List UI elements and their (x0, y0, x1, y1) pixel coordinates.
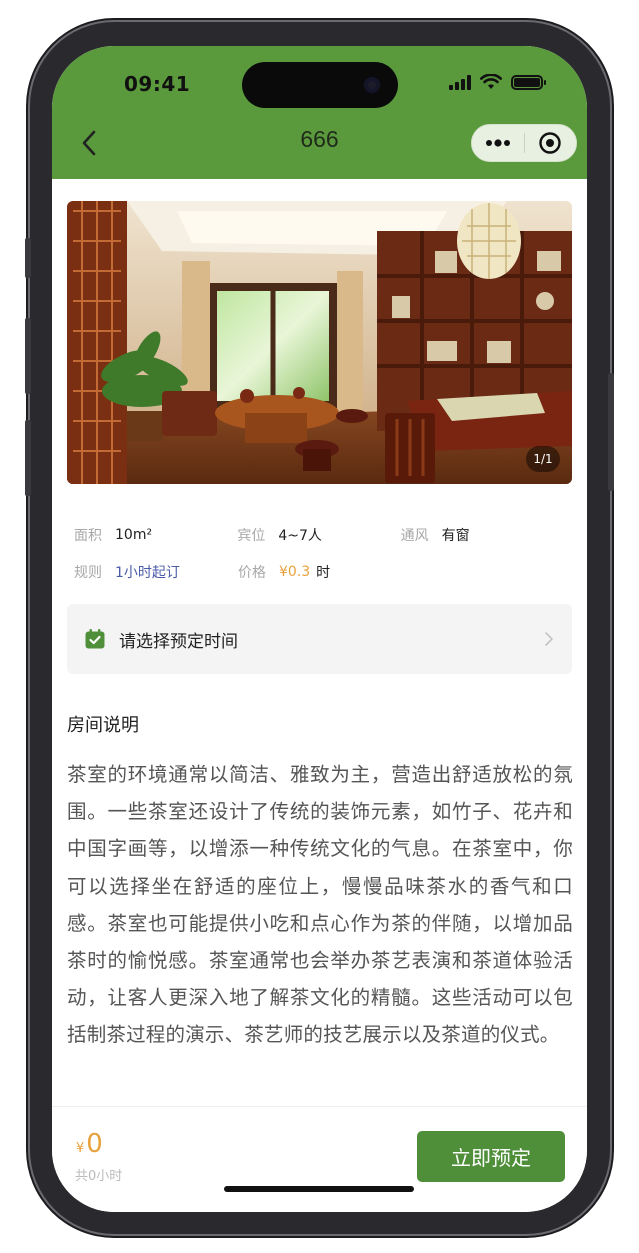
tea-room-illustration (67, 201, 572, 484)
total-amount: 0 (86, 1129, 103, 1159)
capacity-value: 4~7人 (278, 527, 322, 544)
select-time-label: 请选择预定时间 (119, 631, 238, 652)
volume-down-button (25, 420, 31, 496)
area-label: 面积 (74, 527, 102, 544)
description-title: 房间说明 (67, 715, 139, 736)
price-unit: 时 (316, 564, 331, 581)
room-photo[interactable]: 1/1 (67, 201, 572, 484)
signal-icon (449, 74, 471, 90)
area-cell: 面积 10m² (74, 525, 237, 545)
info-row: 规则 1小时起订 价格 ¥0.3 时 (74, 553, 564, 590)
total-hours: 共0小时 (75, 1169, 123, 1184)
battery-icon (511, 74, 546, 90)
dynamic-island (242, 62, 398, 108)
price-value: ¥0.3 (279, 563, 311, 580)
target-icon (539, 132, 561, 154)
more-button[interactable] (472, 125, 524, 161)
select-time-button[interactable]: 请选择预定时间 (67, 604, 572, 674)
volume-up-button (25, 318, 31, 394)
status-icons (449, 74, 546, 90)
chevron-right-icon (545, 632, 553, 646)
area-value: 10m² (115, 526, 153, 543)
rule-cell: 规则 1小时起订 (74, 562, 238, 582)
book-now-button[interactable]: 立即预定 (417, 1131, 565, 1182)
header: 09:41 666 (52, 46, 587, 179)
description-text: 茶室的环境通常以简洁、雅致为主，营造出舒适放松的氛围。一些茶室还设计了传统的装饰… (67, 763, 573, 1047)
info-row: 面积 10m² 宾位 4~7人 通风 有窗 (74, 516, 564, 553)
ventilation-cell: 通风 有窗 (401, 525, 564, 545)
mini-program-capsule (471, 124, 577, 162)
status-time: 09:41 (124, 72, 191, 96)
camera-icon (364, 77, 380, 93)
more-dots-icon (485, 139, 510, 147)
image-counter: 1/1 (526, 446, 560, 472)
rule-label: 规则 (74, 564, 102, 581)
ventilation-value: 有窗 (441, 527, 470, 544)
capacity-label: 宾位 (237, 527, 266, 544)
mute-switch (25, 238, 31, 278)
booking-bar: ¥ 0 共0小时 立即预定 (52, 1106, 587, 1212)
room-info: 面积 10m² 宾位 4~7人 通风 有窗 规则 1小时起订 价格 ¥0.3 时 (74, 516, 564, 590)
price-cell: 价格 ¥0.3 时 (238, 562, 402, 582)
calendar-check-icon (85, 629, 105, 649)
home-indicator[interactable] (224, 1186, 414, 1192)
wifi-icon (480, 74, 502, 89)
power-button (608, 373, 614, 491)
currency-symbol: ¥ (76, 1141, 85, 1156)
ventilation-label: 通风 (400, 527, 429, 544)
close-button[interactable] (525, 125, 577, 161)
total-price: ¥ 0 (76, 1129, 103, 1159)
price-label: 价格 (238, 564, 266, 581)
rule-value: 1小时起订 (115, 564, 180, 581)
capacity-cell: 宾位 4~7人 (237, 525, 400, 545)
screen: 09:41 666 1/1 面积 10m² 宾位 4~7人 通风 有窗 规则 1… (52, 46, 587, 1212)
